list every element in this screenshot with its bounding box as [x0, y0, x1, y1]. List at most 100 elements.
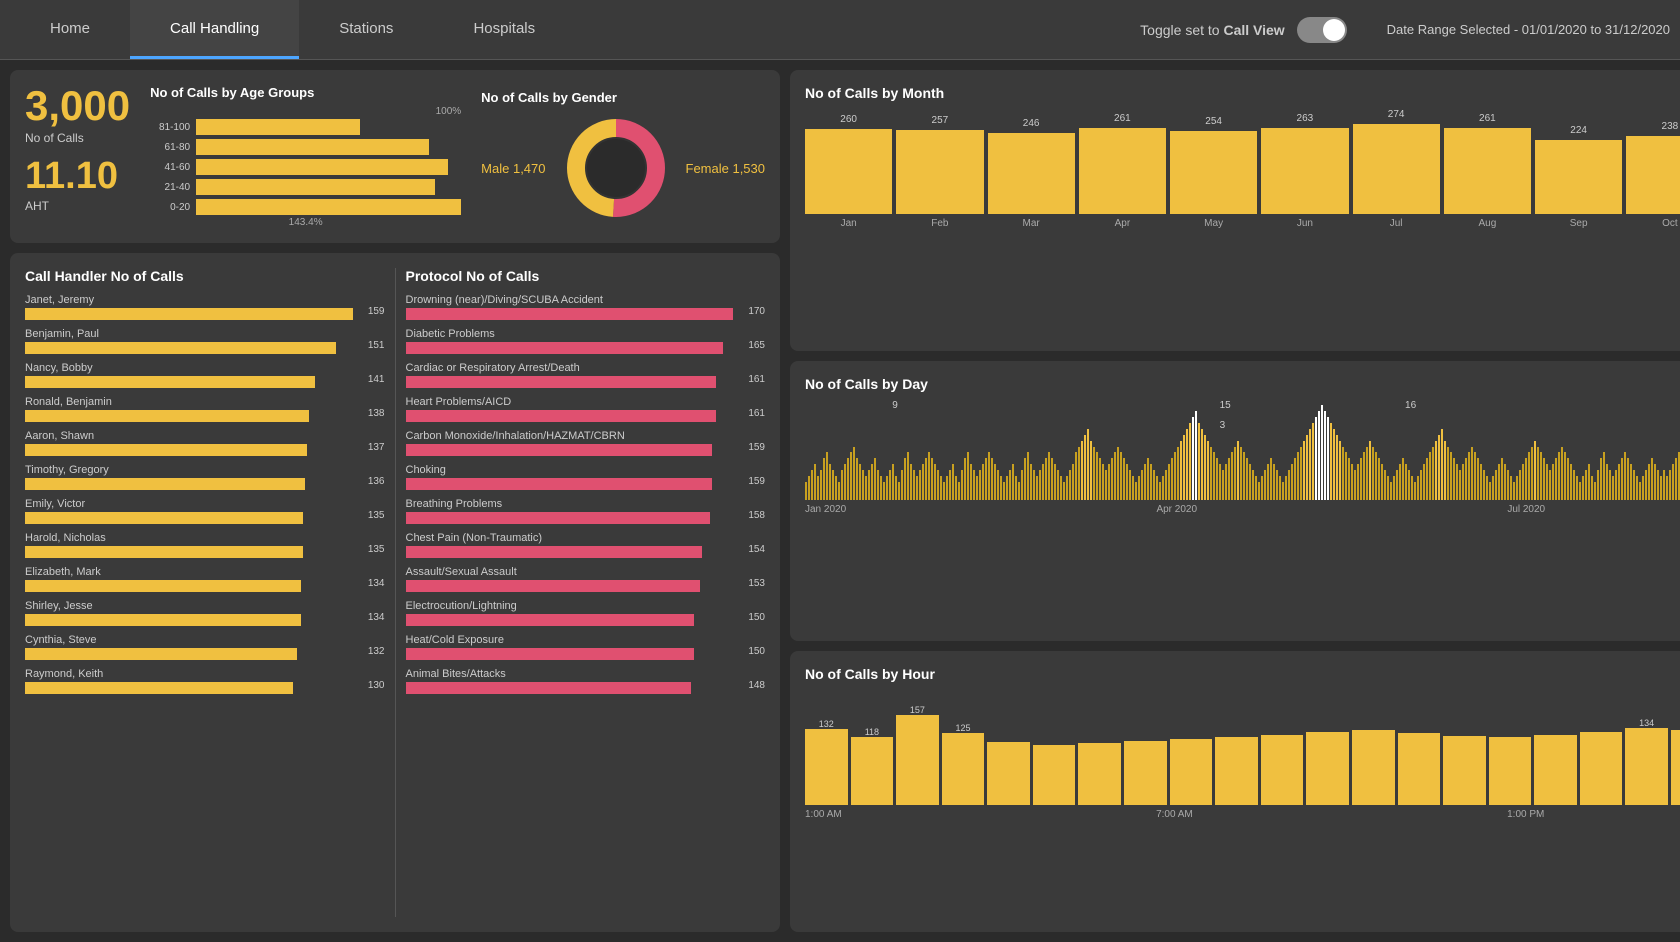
month-value: 274: [1388, 109, 1405, 120]
hour-bar-col: 128: [1306, 722, 1349, 805]
nav-tab-stations[interactable]: Stations: [299, 0, 433, 59]
month-value: 261: [1479, 113, 1496, 124]
hour-bar: [1398, 733, 1441, 805]
daily-peak-3: 16: [1405, 400, 1416, 411]
call-view-toggle[interactable]: [1297, 17, 1347, 43]
day-bar: [1063, 482, 1065, 500]
day-bar: [1126, 464, 1128, 500]
day-bar: [1402, 458, 1404, 500]
day-bar: [967, 452, 969, 500]
protocol-bar-track: [406, 308, 734, 320]
hour-bar: [987, 742, 1030, 805]
protocol-bar-row: Breathing Problems 158: [406, 498, 766, 524]
hourly-chart-card: No of Calls by Hour 132 118 157 125 110 …: [790, 651, 1680, 932]
day-bar: [1507, 470, 1509, 500]
day-bar: [1231, 452, 1233, 500]
hour-bar: [1306, 732, 1349, 805]
day-bar: [1036, 476, 1038, 500]
day-bar: [1606, 464, 1608, 500]
day-bar: [1141, 470, 1143, 500]
handler-bar-track: [25, 546, 353, 558]
day-bar: [1276, 470, 1278, 500]
month-bar: [1079, 128, 1166, 214]
day-bar: [1582, 476, 1584, 500]
handler-value: 132: [368, 646, 385, 657]
day-bar: [1435, 441, 1437, 500]
day-bar: [1207, 441, 1209, 500]
day-bar: [1579, 482, 1581, 500]
day-bar: [1426, 458, 1428, 500]
nav-tab-call-handling[interactable]: Call Handling: [130, 0, 299, 59]
day-bar: [1348, 458, 1350, 500]
day-bar: [1663, 470, 1665, 500]
day-bar: [1111, 458, 1113, 500]
hour-bar: [805, 729, 848, 805]
hour-axis-1pm: 1:00 PM: [1507, 809, 1544, 820]
day-bar: [1132, 476, 1134, 500]
protocol-name: Diabetic Problems: [406, 328, 766, 340]
day-bar: [1594, 482, 1596, 500]
day-bar: [1234, 447, 1236, 500]
day-bar: [1417, 476, 1419, 500]
day-bar: [841, 470, 843, 500]
protocol-bar-track: [406, 410, 734, 422]
day-bar: [1060, 476, 1062, 500]
nav-tab-hospitals[interactable]: Hospitals: [433, 0, 575, 59]
day-bar: [1165, 470, 1167, 500]
day-bar: [979, 470, 981, 500]
protocol-value: 159: [748, 442, 765, 453]
day-bar: [1306, 435, 1308, 500]
day-bar: [1105, 470, 1107, 500]
day-bar: [904, 458, 906, 500]
age-bar-row: 41-60: [150, 159, 461, 175]
day-axis-jan: Jan 2020: [805, 504, 846, 515]
day-bar: [895, 476, 897, 500]
day-bar: [1066, 476, 1068, 500]
age-bar-container: 81-100 61-80 41-60 21-40 0-20: [150, 119, 461, 215]
month-bar: [1353, 124, 1440, 214]
hour-bar: [1261, 735, 1304, 805]
right-panel: No of Calls by Month 260 Jan 257 Feb 246…: [790, 70, 1680, 932]
day-bar: [1573, 470, 1575, 500]
handler-bar-track: [25, 342, 353, 354]
hour-bar: [1078, 743, 1121, 805]
handler-name: Cynthia, Steve: [25, 634, 385, 646]
day-bar: [1528, 452, 1530, 500]
protocol-value: 170: [748, 306, 765, 317]
protocol-bar-track: [406, 376, 734, 388]
day-bar: [952, 464, 954, 500]
day-bar: [1192, 417, 1194, 500]
protocol-name: Drowning (near)/Diving/SCUBA Accident: [406, 294, 766, 306]
day-bar: [1273, 464, 1275, 500]
nav-tab-home[interactable]: Home: [10, 0, 130, 59]
age-group-label: 81-100: [150, 122, 190, 133]
handler-bar-track: [25, 444, 353, 456]
hour-bar-col: 132: [805, 719, 848, 805]
day-bar: [991, 458, 993, 500]
day-bar: [1027, 452, 1029, 500]
age-bar-wrap: [196, 139, 461, 155]
handler-value: 151: [368, 340, 385, 351]
day-bar: [1345, 452, 1347, 500]
day-bar: [1225, 464, 1227, 500]
month-bar-col: 274 Jul: [1353, 109, 1440, 229]
hour-bar-col: 122: [1534, 725, 1577, 805]
age-bar-wrap: [196, 179, 461, 195]
day-bar: [1171, 458, 1173, 500]
day-bar: [1390, 482, 1392, 500]
day-bar: [1303, 441, 1305, 500]
day-bar: [1354, 470, 1356, 500]
age-bar-fill: [196, 159, 448, 175]
day-bar: [931, 458, 933, 500]
day-bar: [1330, 423, 1332, 500]
day-bar: [1666, 476, 1668, 500]
day-bar: [1474, 452, 1476, 500]
day-bar: [1510, 476, 1512, 500]
day-bar: [1522, 464, 1524, 500]
day-bar: [883, 482, 885, 500]
day-bar: [994, 464, 996, 500]
day-bar: [1411, 476, 1413, 500]
hour-bar-col: 130: [1352, 720, 1395, 805]
hour-axis-1am: 1:00 AM: [805, 809, 842, 820]
protocol-name: Choking: [406, 464, 766, 476]
